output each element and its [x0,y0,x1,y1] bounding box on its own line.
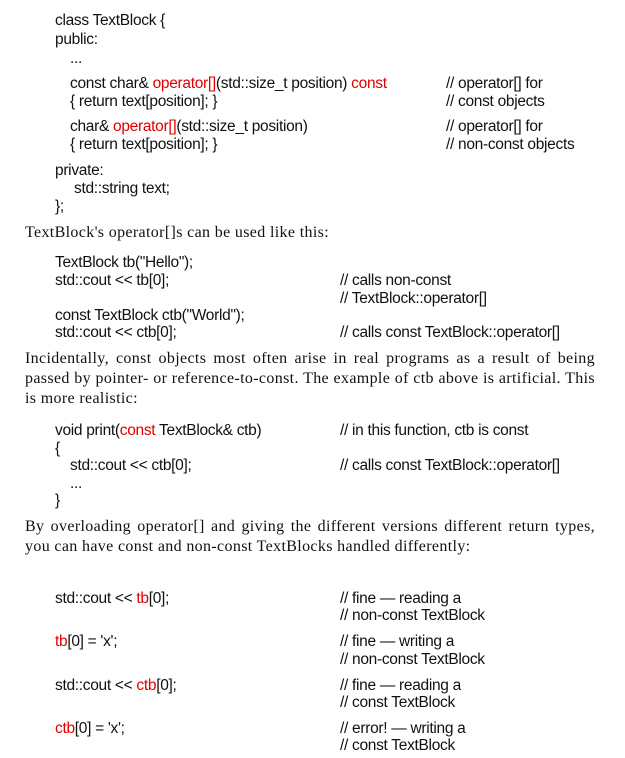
code-comment: // TextBlock::operator[] [340,290,487,307]
code-line: ... [70,50,83,67]
code-line: std::cout << ctb[0]; [70,457,192,474]
code-line: } [55,492,60,509]
code-line: std::cout << tb[0]; [55,272,170,289]
code-line: std::cout << tb[0]; [55,590,170,607]
code-line: ... [70,475,83,492]
code-comment: // const TextBlock [340,694,455,711]
code-line: void print(const TextBlock& ctb) [55,422,262,439]
code-comment: // non-const TextBlock [340,607,485,624]
code-comment: // fine — reading a [340,590,461,607]
code-line: TextBlock tb("Hello"); [55,254,193,271]
code-comment: // error! — writing a [340,720,466,737]
code-line: std::string text; [74,180,170,197]
code-comment: // non-const objects [446,136,575,153]
code-comment: // non-const TextBlock [340,651,485,668]
code-comment: // fine — reading a [340,677,461,694]
code-line: public: [55,31,98,48]
code-line: std::cout << ctb[0]; [55,324,177,341]
code-comment: // in this function, ctb is const [340,422,529,439]
code-comment: // operator[] for [446,75,543,92]
code-comment: // calls const TextBlock::operator[] [340,457,560,474]
code-line: ctb[0] = 'x'; [55,720,125,737]
code-comment: // calls non-const [340,272,451,289]
paragraph: TextBlock's operator[]s can be used like… [25,224,330,241]
code-line: class TextBlock { [55,12,166,29]
code-line: char& operator[](std::size_t position) [70,118,308,135]
code-line: const char& operator[](std::size_t posit… [70,75,387,92]
code-comment: // const objects [446,93,545,110]
code-line: tb[0] = 'x'; [55,633,118,650]
code-line: { return text[position]; } [70,93,218,110]
code-comment: // const TextBlock [340,737,455,754]
code-line: const TextBlock ctb("World"); [55,307,245,324]
code-comment: // calls const TextBlock::operator[] [340,324,560,341]
code-comment: // operator[] for [446,118,543,135]
paragraph: By overloading operator[] and giving the… [25,518,595,555]
code-line: std::cout << ctb[0]; [55,677,177,694]
code-line: }; [55,198,64,215]
paragraph: Incidentally, const objects most often a… [25,350,595,407]
code-line: private: [55,162,104,179]
code-comment: // fine — writing a [340,633,455,650]
code-line: { return text[position]; } [70,136,218,153]
code-line: { [55,440,60,457]
